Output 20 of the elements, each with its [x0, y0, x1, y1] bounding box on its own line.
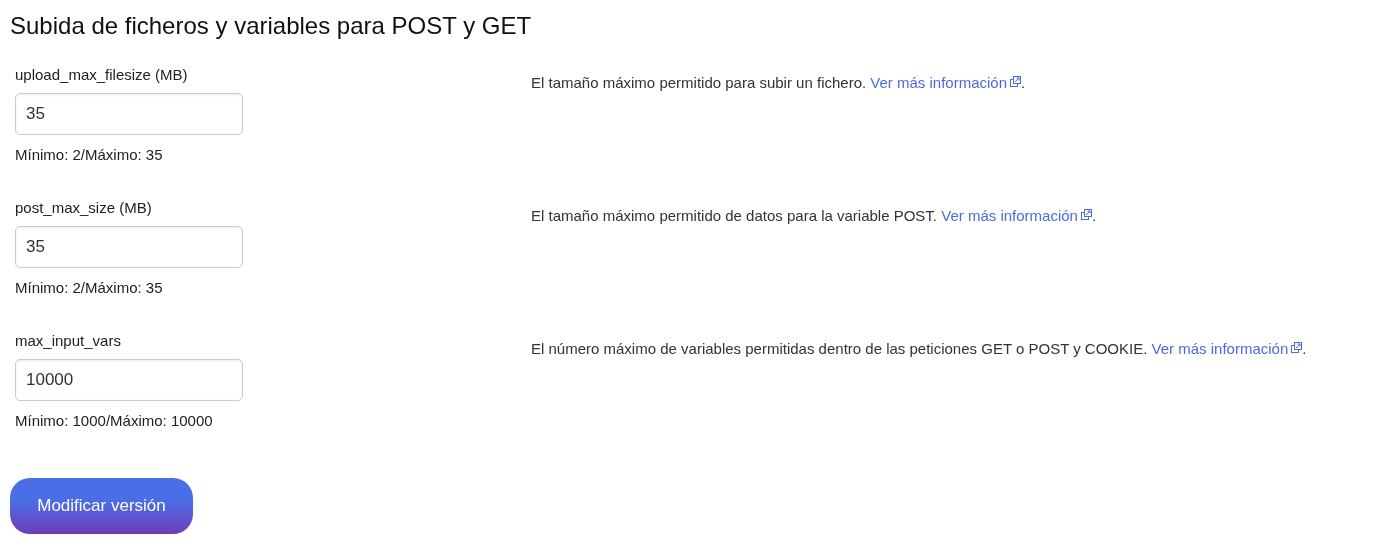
description-text: El tamaño máximo permitido para subir un fichero. Ver más información .: [531, 73, 1026, 91]
external-link-icon: [1291, 342, 1303, 353]
field-label: upload_max_filesize (MB): [15, 66, 188, 84]
more-info-link[interactable]: Ver más información: [1151, 340, 1303, 357]
modify-version-button[interactable]: Modificar versión: [10, 478, 193, 534]
range-hint: Mínimo: 2/Máximo: 35: [15, 279, 163, 296]
description-text: El tamaño máximo permitido de datos para la variable POST. Ver más información .: [531, 206, 1097, 224]
description-text: El número máximo de variables permitidas dentro de las peticiones GET o POST y COOKIE. Ver más información .: [531, 339, 1307, 357]
section-title: Subida de ficheros y variables para POST y GET: [10, 12, 533, 40]
field-label: max_input_vars: [15, 332, 121, 350]
more-info-link[interactable]: Ver más información: [870, 74, 1022, 91]
input-field[interactable]: 35: [15, 226, 243, 268]
range-hint: Mínimo: 1000/Máximo: 10000: [15, 412, 213, 429]
input-field[interactable]: 35: [15, 93, 243, 135]
external-link-icon: [1010, 76, 1022, 87]
external-link-icon: [1080, 209, 1092, 220]
input-field[interactable]: 10000: [15, 359, 243, 401]
range-hint: Mínimo: 2/Máximo: 35: [15, 146, 163, 163]
more-info-link[interactable]: Ver más información: [941, 207, 1092, 224]
field-label: post_max_size (MB): [15, 199, 152, 217]
